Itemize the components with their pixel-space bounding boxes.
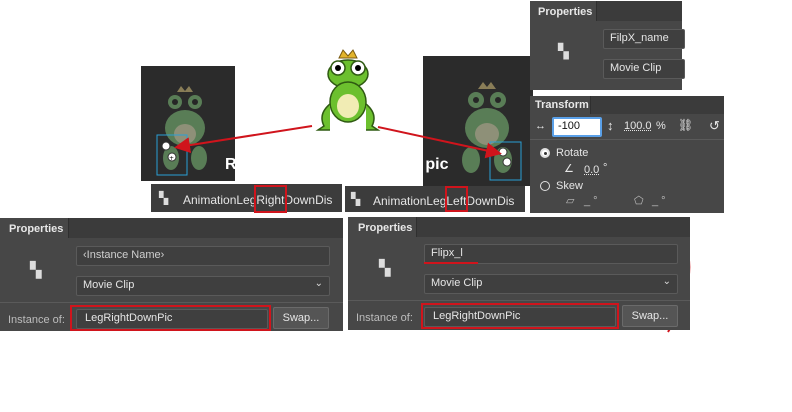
movie-clip-symbol-icon: ▚ <box>351 192 361 206</box>
instance-name-field[interactable]: ‹Instance Name› <box>76 246 330 266</box>
transform-panel: Transform ↔ -100 ↕ 100.0 % ⛓ ↺ Rotate ∠ … <box>530 96 724 213</box>
left-symbol-path-bar: ▚ AnimationLegRightDownDis <box>151 184 342 213</box>
width-input[interactable]: -100 <box>552 117 602 137</box>
rotate-unit: ° <box>603 162 608 174</box>
skew-y-icon: ⬠ <box>634 195 644 207</box>
rotate-radio[interactable] <box>540 148 550 158</box>
highlight-box <box>421 303 619 329</box>
symbol-type-dropdown[interactable]: Movie Clip ⌄ <box>424 274 678 294</box>
chevron-down-icon: ⌄ <box>314 278 323 289</box>
top-properties-panel: Properties ▚ FilpX_name Movie Clip <box>530 1 685 90</box>
skew-x-value: _ ° <box>584 195 598 207</box>
panel-title[interactable]: Transform <box>535 99 589 111</box>
panel-title[interactable]: Properties <box>358 222 412 234</box>
highlight-box <box>445 186 468 212</box>
movie-clip-symbol-icon: ▚ <box>159 191 169 205</box>
height-value[interactable]: 100.0 <box>624 120 652 132</box>
skew-y-value: _ ° <box>652 195 666 207</box>
swap-button[interactable]: Swap... <box>273 307 329 329</box>
link-icon[interactable]: ⛓ <box>678 118 693 132</box>
instance-name-underline <box>424 262 478 264</box>
symbol-type-dropdown[interactable]: Movie Clip <box>603 59 685 79</box>
skew-x-icon: ▱ <box>566 195 575 207</box>
movie-clip-symbol-icon: ▚ <box>558 43 569 59</box>
highlight-box <box>254 185 287 213</box>
height-icon: ↕ <box>607 118 614 133</box>
instance-name-field[interactable]: Flipx_l <box>424 244 678 264</box>
rotate-label: Rotate <box>556 147 589 159</box>
skew-label: Skew <box>556 180 583 192</box>
movie-clip-symbol-icon: ▚ <box>379 260 391 277</box>
chevron-down-icon: ⌄ <box>662 276 671 287</box>
symbol-path-text[interactable]: AnimationLegLeftDownDis <box>373 194 514 208</box>
left-properties-panel: Properties ▚ ‹Instance Name› Movie Clip … <box>0 218 343 331</box>
instance-of-label: Instance of: <box>356 312 413 324</box>
panel-title[interactable]: Properties <box>9 223 63 235</box>
swap-button[interactable]: Swap... <box>622 305 678 327</box>
height-unit: % <box>656 120 666 132</box>
skew-radio[interactable] <box>540 181 550 191</box>
rotate-value[interactable]: 0.0 <box>584 164 599 176</box>
instance-name-field[interactable]: FilpX_name <box>603 29 685 49</box>
highlight-box <box>70 305 271 331</box>
symbol-type-dropdown[interactable]: Movie Clip ⌄ <box>76 276 330 296</box>
reset-transform-icon[interactable]: ↺ <box>709 118 720 134</box>
movie-clip-symbol-icon: ▚ <box>30 262 42 279</box>
width-icon: ↔ <box>535 120 546 132</box>
angle-icon: ∠ <box>564 163 574 175</box>
right-properties-panel: Properties ▚ Flipx_l Movie Clip ⌄ Instan… <box>348 217 690 330</box>
right-symbol-path-bar: ▚ AnimationLegLeftDownDis <box>345 186 525 212</box>
panel-title[interactable]: Properties <box>538 6 592 18</box>
instance-of-label: Instance of: <box>8 314 65 326</box>
